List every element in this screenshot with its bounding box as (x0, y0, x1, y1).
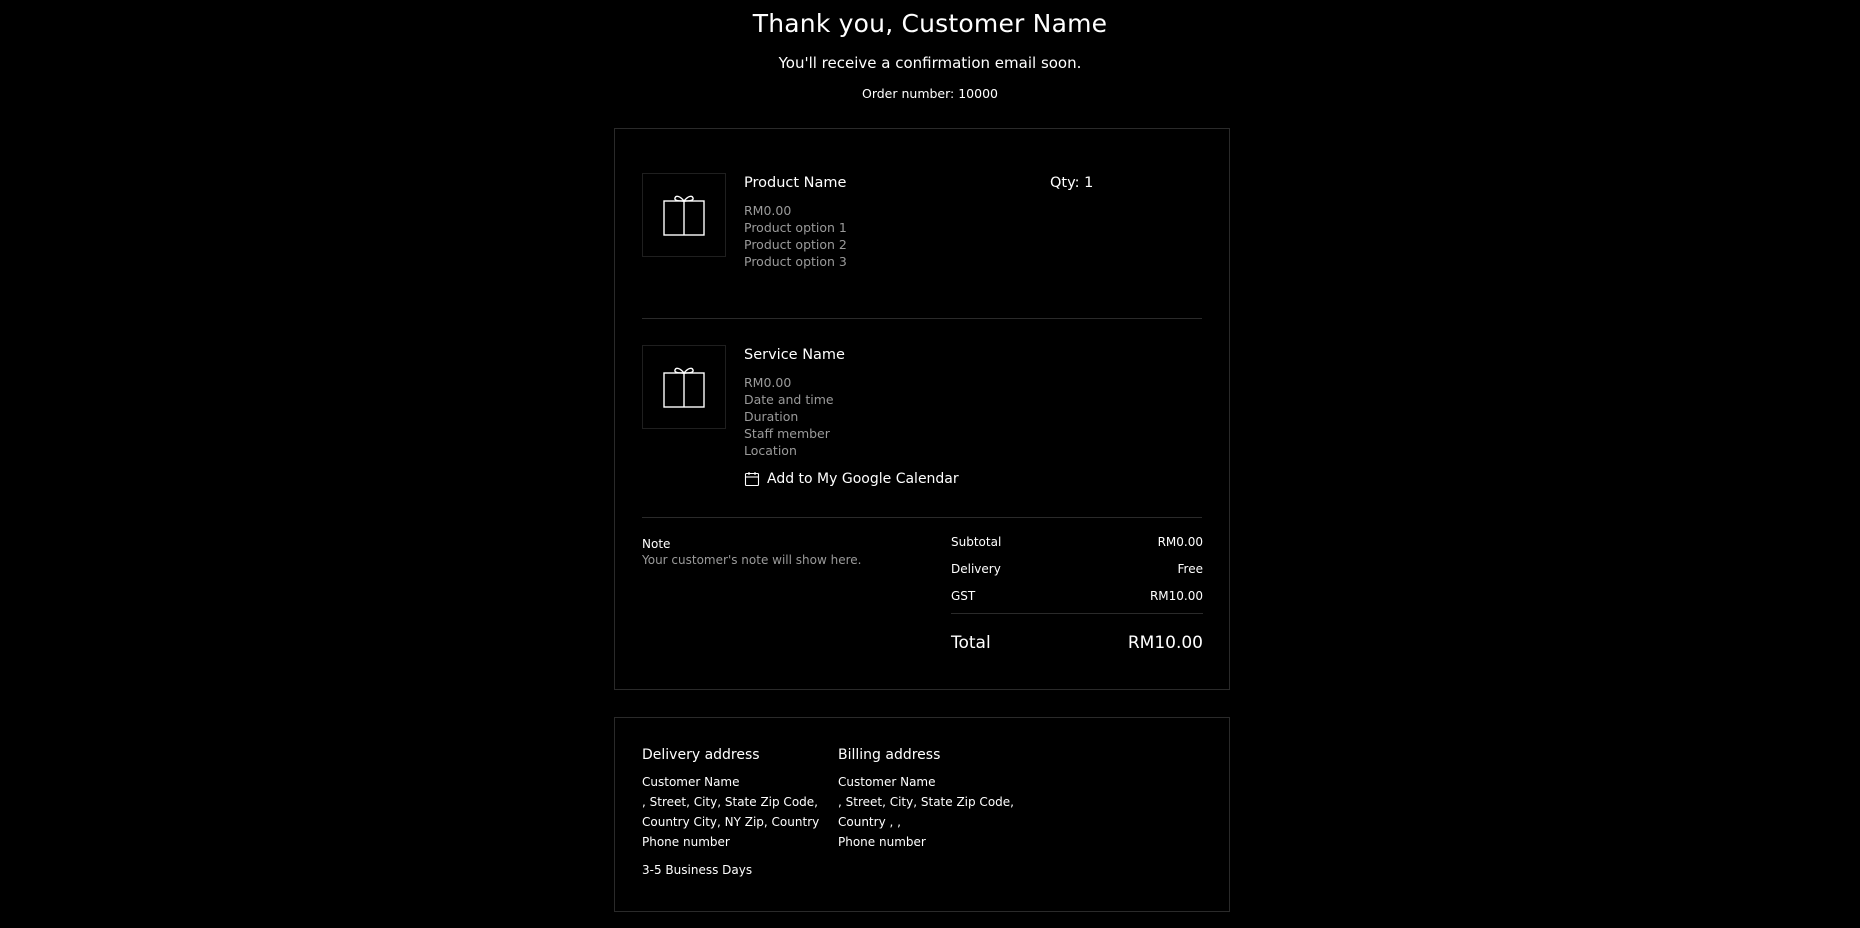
delivery-customer-name: Customer Name (642, 775, 740, 789)
service-location: Location (744, 443, 797, 458)
product-name: Product Name (744, 175, 847, 191)
service-date-time: Date and time (744, 392, 834, 407)
total-value: RM10.00 (1127, 633, 1203, 653)
product-quantity: Qty: 1 (1050, 175, 1094, 191)
product-option: Product option 3 (744, 254, 847, 269)
gift-icon (663, 367, 705, 408)
shipping-time: 3-5 Business Days (642, 863, 753, 877)
delivery-address: Delivery address Customer Name , Street,… (642, 746, 832, 878)
delivery-row: Delivery Free (951, 561, 1203, 588)
service-info: Service Name RM0.00 Date and time Durati… (744, 345, 845, 459)
subtotal-value: RM0.00 (1157, 535, 1203, 549)
total-label: Total (951, 633, 991, 653)
order-number: Order number: 10000 (861, 86, 998, 101)
gift-icon (663, 195, 705, 236)
confirmation-header: Thank you, Customer Name You'll receive … (0, 0, 1860, 102)
note-label: Note (642, 537, 671, 551)
product-details: RM0.00 Product option 1 Product option 2… (744, 202, 847, 270)
gst-value: RM10.00 (1149, 589, 1203, 603)
service-name: Service Name (744, 347, 845, 363)
product-price: RM0.00 (744, 203, 792, 218)
service-thumbnail (642, 345, 726, 429)
calendar-icon (744, 472, 760, 487)
delivery-label: Delivery (951, 562, 1001, 576)
order-summary-card: Product Name RM0.00 Product option 1 Pro… (614, 128, 1230, 690)
billing-country: Country , , (838, 815, 901, 829)
gst-label: GST (951, 589, 976, 603)
total-row: Total RM10.00 (951, 633, 1203, 653)
billing-phone: Phone number (838, 835, 926, 849)
order-item-service: Service Name RM0.00 Date and time Durati… (642, 345, 1202, 495)
order-item-product: Product Name RM0.00 Product option 1 Pro… (642, 173, 1202, 293)
add-to-google-calendar-label: Add to My Google Calendar (767, 471, 959, 487)
service-duration: Duration (744, 409, 799, 424)
subtotal-row: Subtotal RM0.00 (951, 534, 1203, 561)
item-divider (642, 318, 1202, 319)
confirmation-message: You'll receive a confirmation email soon… (778, 54, 1082, 72)
service-staff: Staff member (744, 426, 830, 441)
delivery-address-title: Delivery address (642, 747, 760, 763)
product-option: Product option 2 (744, 237, 847, 252)
note-text: Your customer's note will show here. (642, 553, 862, 567)
billing-street: , Street, City, State Zip Code, (838, 795, 1014, 809)
page-title: Thank you, Customer Name (752, 9, 1108, 38)
product-info: Product Name RM0.00 Product option 1 Pro… (744, 173, 847, 270)
gst-row: GST RM10.00 (951, 588, 1203, 615)
delivery-phone: Phone number (642, 835, 730, 849)
order-note: Note Your customer's note will show here… (642, 536, 861, 568)
address-card: Delivery address Customer Name , Street,… (614, 717, 1230, 912)
subtotal-label: Subtotal (951, 535, 1002, 549)
service-price: RM0.00 (744, 375, 792, 390)
billing-address-title: Billing address (838, 747, 941, 763)
product-option: Product option 1 (744, 220, 847, 235)
add-to-google-calendar-link[interactable]: Add to My Google Calendar (744, 471, 959, 487)
delivery-street: , Street, City, State Zip Code, (642, 795, 818, 809)
summary-divider (642, 517, 1202, 518)
billing-address: Billing address Customer Name , Street, … (838, 746, 1028, 852)
delivery-country: Country City, NY Zip, Country (642, 815, 820, 829)
delivery-value: Free (1177, 562, 1203, 576)
billing-customer-name: Customer Name (838, 775, 936, 789)
service-details: RM0.00 Date and time Duration Staff memb… (744, 374, 845, 459)
product-thumbnail (642, 173, 726, 257)
order-totals: Subtotal RM0.00 Delivery Free GST RM10.0… (951, 534, 1203, 653)
